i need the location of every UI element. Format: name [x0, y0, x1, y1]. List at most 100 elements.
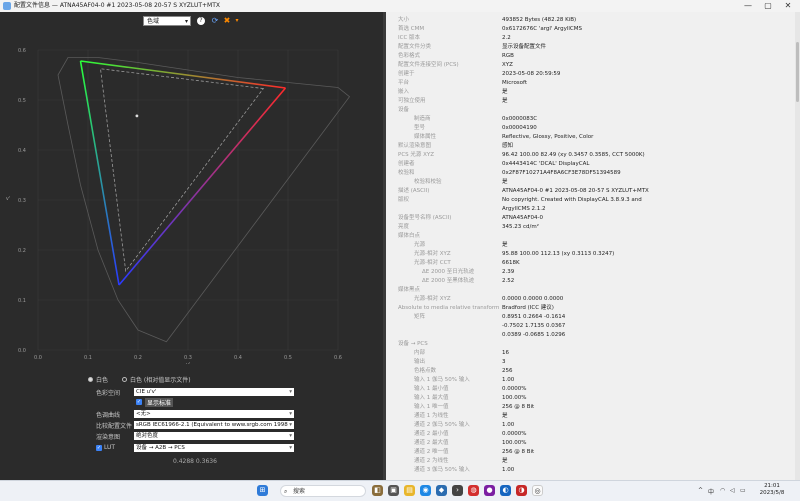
info-row: 校验和校验 是 [386, 178, 800, 186]
info-label: 描述 (ASCII) [398, 188, 430, 194]
chrome-icon[interactable]: ◎ [532, 485, 543, 496]
close-window-button[interactable]: ✕ [778, 0, 798, 12]
start-icon[interactable]: ⊞ [257, 485, 268, 496]
info-label: 版权 [398, 197, 410, 203]
info-label: 矩阵 [414, 314, 426, 320]
plot-ticks: 0.0 0.1 0.2 0.3 0.4 0.5 0.6 0.0 0.1 0.2 0.3 0.4 0.5 0… [6, 48, 342, 364]
info-value: ArgyllCMS 2.1.2 [502, 206, 546, 212]
info-label: 输出 [414, 359, 426, 365]
app-icon-blue[interactable]: ◐ [500, 485, 511, 496]
info-row: 版权 No copyright. Created with DisplayCAL … [386, 196, 800, 204]
info-row: 型号 0x00004190 [386, 124, 800, 132]
white-radio[interactable] [88, 377, 93, 382]
rendering-value: 绝对色度 [136, 433, 159, 439]
info-row: 媒体白点 [386, 232, 800, 240]
y-tick-label: 0.2 [18, 248, 26, 254]
info-row: 色格点数 256 [386, 367, 800, 375]
widgets-icon[interactable]: ◧ [372, 485, 383, 496]
info-row: 矩阵 0.8951 0.2664 -0.1614 [386, 313, 800, 321]
white-relative-radio[interactable] [122, 377, 127, 382]
view-select-value: 色域 [147, 18, 160, 25]
battery-icon[interactable]: ▭ [740, 487, 746, 494]
info-label: 光源-相对 CCT [414, 260, 451, 266]
gamut-edge-green-blue [79, 60, 120, 286]
x-tick-label: 0.6 [334, 355, 342, 361]
edge-icon[interactable]: ◉ [420, 485, 431, 496]
info-label: 通道 2 最大值 [414, 440, 449, 446]
info-row: 光源-相对 XYZ 0.0000 0.0000 0.0000 [386, 295, 800, 303]
lut-select[interactable]: 设备 → A2B → PCS ▾ [134, 444, 294, 452]
task-view-icon[interactable]: ▣ [388, 485, 399, 496]
info-label: 媒体黑点 [398, 287, 421, 293]
file-explorer-icon[interactable]: ▤ [404, 485, 415, 496]
chevron-down-icon: ▾ [289, 433, 292, 439]
minimize-button[interactable]: — [738, 0, 758, 12]
cursor-coordinates: 0.4288 0.3636 [173, 458, 217, 465]
wifi-icon[interactable]: ◠ [720, 487, 725, 494]
info-label: 嵌入 [398, 89, 410, 95]
tools-dropdown-icon[interactable]: ▾ [232, 16, 242, 26]
view-select[interactable]: 色域 ▾ [143, 16, 191, 26]
compare-profile-value: sRGB IEC61966-2.1 (Equivalent to www.srg… [136, 422, 288, 428]
info-label: 媒体属性 [414, 134, 437, 140]
displaycal-icon[interactable]: ◍ [468, 485, 479, 496]
chevron-down-icon: ▾ [289, 389, 292, 395]
input-language[interactable]: 中 [708, 487, 714, 496]
scrollbar-thumb[interactable] [796, 42, 799, 102]
volume-icon[interactable]: ◁ [730, 487, 735, 494]
info-label: 平台 [398, 80, 410, 86]
info-row: 首选 CMM 0x6172676C 'argl' ArgyllCMS [386, 25, 800, 33]
compare-select[interactable]: <无> ▾ [134, 410, 294, 418]
info-label: 可独立使用 [398, 98, 426, 104]
info-value: 256 @ 8 Bit [502, 449, 535, 455]
info-label: 光源 [414, 242, 426, 248]
info-row: PCS 光源 XYZ 96.42 100.00 82.49 (xy 0.3457 … [386, 151, 800, 159]
taskbar-clock[interactable]: 21:01 2023/5/8 [752, 483, 792, 497]
tools-icon[interactable]: ✖ [222, 16, 232, 26]
y-axis-label: v' [6, 196, 10, 202]
info-row: 平台 Microsoft [386, 79, 800, 87]
info-label: 校验和校验 [414, 179, 442, 185]
info-row: 输出 3 [386, 358, 800, 366]
y-tick-label: 0.1 [18, 298, 26, 304]
help-icon[interactable]: ? [197, 17, 205, 25]
info-value: 493852 Bytes (482.28 KiB) [502, 17, 577, 23]
tray-chevron-icon[interactable]: ^ [698, 487, 703, 494]
info-scrollbar[interactable] [795, 12, 800, 480]
info-value: 1.00 [502, 422, 515, 428]
x-tick-label: 0.3 [184, 355, 192, 361]
info-row: ΔE 2000 至黑体轨迹 2.52 [386, 277, 800, 285]
x-tick-label: 0.1 [84, 355, 92, 361]
info-value: 345.23 cd/m² [502, 224, 539, 230]
store-icon[interactable]: ◆ [436, 485, 447, 496]
show-spectral-checkbox[interactable]: ✓ [136, 399, 142, 405]
gamut-edge-red-green [80, 60, 286, 89]
x-tick-label: 0.0 [34, 355, 42, 361]
info-value: 0.0389 -0.0685 1.0296 [502, 332, 566, 338]
info-row: 通道 2 唯一值 256 @ 8 Bit [386, 448, 800, 456]
info-value: 256 @ 8 Bit [502, 404, 535, 410]
info-row: 内部 16 [386, 349, 800, 357]
terminal-icon[interactable]: › [452, 485, 463, 496]
compare-profile-select[interactable]: sRGB IEC61966-2.1 (Equivalent to www.srg… [134, 421, 294, 429]
compare-label: 色调曲线 [96, 412, 121, 419]
info-label: 创建于 [398, 71, 415, 77]
refresh-icon[interactable]: ⟳ [210, 16, 220, 26]
info-row: 嵌入 是 [386, 88, 800, 96]
info-value: 1.00 [502, 467, 515, 473]
app-icon-purple[interactable]: ● [484, 485, 495, 496]
maximize-button[interactable]: ▢ [758, 0, 778, 12]
info-value: 0x0000083C [502, 116, 538, 122]
chevron-down-icon: ▾ [184, 18, 188, 25]
info-label: ICC 版本 [398, 35, 421, 41]
info-label: ΔE 2000 至黑体轨迹 [422, 278, 475, 284]
reference-gamut-srgb [100, 68, 265, 273]
profile-info-panel: 大小 493852 Bytes (482.28 KiB) 首选 CMM 0x61726… [386, 12, 800, 480]
app-icon-red[interactable]: ◑ [516, 485, 527, 496]
info-value: XYZ [502, 62, 513, 68]
color-space-select[interactable]: CIE u'v' ▾ [134, 388, 294, 396]
info-row: ArgyllCMS 2.1.2 [386, 205, 800, 213]
taskbar-search[interactable]: ⌕ 搜索 [280, 485, 366, 497]
lut-checkbox[interactable]: ✓ [96, 445, 102, 451]
rendering-select[interactable]: 绝对色度 ▾ [134, 432, 294, 440]
